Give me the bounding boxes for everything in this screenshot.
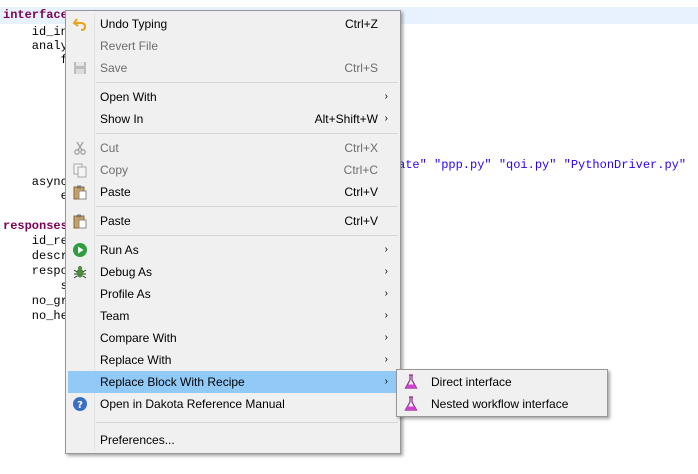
menu-item-label: Debug As xyxy=(100,265,153,279)
menu-item-label: Replace Block With Recipe xyxy=(100,375,245,389)
menu-item-label: Preferences... xyxy=(100,433,175,447)
menu-item-label: Save xyxy=(100,61,128,75)
menu-item-label: Direct interface xyxy=(431,375,512,389)
recipe-submenu: Direct interface Nested workflow interfa… xyxy=(396,369,608,417)
menu-item-label: Paste xyxy=(100,214,131,228)
menu-item-paste-secondary[interactable]: Paste Ctrl+V xyxy=(68,210,398,232)
submenu-arrow-icon: › xyxy=(384,244,388,255)
menu-separator xyxy=(96,235,398,236)
menu-item-profile-as[interactable]: Profile As › xyxy=(68,283,398,305)
menu-item-run-as[interactable]: Run As › xyxy=(68,239,398,261)
code-line: interface xyxy=(3,8,68,22)
submenu-arrow-icon: › xyxy=(384,332,388,343)
menu-separator xyxy=(96,422,398,423)
menu-item-team[interactable]: Team › xyxy=(68,305,398,327)
menu-item-compare-with[interactable]: Compare With › xyxy=(68,327,398,349)
submenu-arrow-icon: › xyxy=(384,91,388,102)
submenu-item-nested-workflow-interface[interactable]: Nested workflow interface xyxy=(399,393,605,415)
flask-icon xyxy=(403,374,419,390)
menu-separator xyxy=(96,82,398,83)
menu-item-cut[interactable]: Cut Ctrl+X xyxy=(68,137,398,159)
code-line: no_he xyxy=(3,309,68,323)
code-line: ate" "ppp.py" "qoi.py" "PythonDriver.py" xyxy=(398,158,687,172)
menu-item-shortcut: Alt+Shift+W xyxy=(314,112,378,126)
submenu-arrow-icon: › xyxy=(384,310,388,321)
menu-item-revert-file[interactable]: Revert File xyxy=(68,35,398,57)
submenu-arrow-icon: › xyxy=(384,288,388,299)
menu-item-label: Revert File xyxy=(100,39,159,53)
menu-item-label: Paste xyxy=(100,185,131,199)
menu-item-label: Show In xyxy=(100,112,144,126)
menu-item-label: Undo Typing xyxy=(100,17,168,31)
menu-item-paste[interactable]: Paste Ctrl+V xyxy=(68,181,398,203)
code-line: f xyxy=(3,53,68,67)
save-disk-icon xyxy=(72,60,88,76)
menu-item-label: Open With xyxy=(100,90,157,104)
menu-item-shortcut: Ctrl+V xyxy=(344,214,378,228)
menu-item-label: Replace With xyxy=(100,353,172,367)
menu-item-label: Team xyxy=(100,309,130,323)
menu-item-replace-with[interactable]: Replace With › xyxy=(68,349,398,371)
scissors-icon xyxy=(72,140,88,156)
menu-item-save[interactable]: Save Ctrl+S xyxy=(68,57,398,79)
clipboard-icon xyxy=(72,213,88,229)
menu-item-label: Profile As xyxy=(100,287,151,301)
help-icon: ? xyxy=(72,396,88,412)
submenu-arrow-icon: › xyxy=(384,376,388,387)
menu-item-shortcut: Ctrl+C xyxy=(343,163,378,177)
menu-item-open-with[interactable]: Open With › xyxy=(68,86,398,108)
clipboard-icon xyxy=(72,184,88,200)
undo-arrow-icon xyxy=(72,16,88,32)
menu-separator xyxy=(96,206,398,207)
menu-item-label: Open in Dakota Reference Manual xyxy=(100,397,285,411)
menu-item-label: Run As xyxy=(100,243,139,257)
menu-item-shortcut: Ctrl+X xyxy=(344,141,378,155)
submenu-item-direct-interface[interactable]: Direct interface xyxy=(399,371,605,393)
menu-item-label: Copy xyxy=(100,163,129,177)
menu-item-debug-as[interactable]: Debug As › xyxy=(68,261,398,283)
submenu-arrow-icon: › xyxy=(384,113,388,124)
menu-item-label: Cut xyxy=(100,141,119,155)
submenu-arrow-icon: › xyxy=(384,354,388,365)
menu-item-undo-typing[interactable]: Undo Typing Ctrl+Z xyxy=(68,13,398,35)
menu-item-label: Compare With xyxy=(100,331,177,345)
copy-icon xyxy=(72,162,88,178)
flask-icon xyxy=(403,396,419,412)
menu-item-replace-block-with-recipe[interactable]: Replace Block With Recipe › xyxy=(68,371,398,393)
menu-item-show-in[interactable]: Show In Alt+Shift+W › xyxy=(68,108,398,130)
svg-text:?: ? xyxy=(77,400,83,411)
menu-item-open-dakota-reference[interactable]: ? Open in Dakota Reference Manual xyxy=(68,393,398,415)
run-icon xyxy=(72,242,88,258)
context-menu: Undo Typing Ctrl+Z Revert File Save Ctrl… xyxy=(65,10,401,454)
menu-separator xyxy=(96,133,398,134)
menu-item-shortcut: Ctrl+S xyxy=(344,61,378,75)
bug-icon xyxy=(72,264,88,280)
menu-item-preferences[interactable]: Preferences... xyxy=(68,429,398,451)
submenu-arrow-icon: › xyxy=(384,266,388,277)
menu-item-copy[interactable]: Copy Ctrl+C xyxy=(68,159,398,181)
menu-item-label: Nested workflow interface xyxy=(431,397,569,411)
code-line: e xyxy=(3,189,68,203)
menu-item-shortcut: Ctrl+Z xyxy=(345,17,378,31)
menu-item-shortcut: Ctrl+V xyxy=(344,185,378,199)
